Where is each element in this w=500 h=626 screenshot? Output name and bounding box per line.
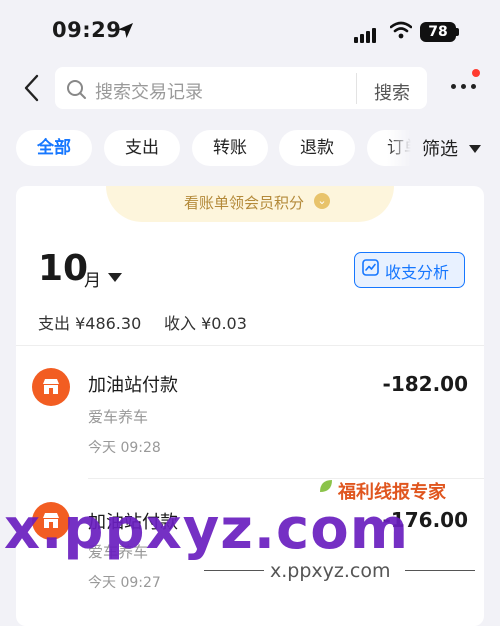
location-arrow-icon (118, 23, 133, 38)
transaction-amount: -182.00 (382, 372, 468, 396)
search-icon (67, 80, 86, 99)
wifi-icon (390, 21, 412, 39)
leaf-icon (320, 480, 332, 492)
status-time: 09:29 (52, 18, 122, 42)
summary-divider (16, 345, 484, 346)
filter-chip-transfer[interactable]: 转账 (192, 130, 268, 166)
notification-dot (472, 69, 480, 77)
back-arrow-icon[interactable] (22, 74, 42, 102)
merchant-store-icon (32, 368, 70, 406)
filter-chip-refund[interactable]: 退款 (279, 130, 355, 166)
expense-total: 支出 ¥486.30 (38, 314, 142, 333)
month-dropdown-icon[interactable] (108, 273, 122, 282)
cellular-signal-icon (354, 24, 378, 43)
search-divider (356, 73, 357, 104)
battery-icon: 78 (420, 22, 456, 42)
watermark-main: x.ppxyz.com (4, 497, 410, 562)
watermark-line (405, 570, 475, 571)
search-placeholder[interactable]: 搜索交易记录 (95, 78, 203, 104)
filter-button[interactable]: 筛选 (422, 135, 458, 161)
transaction-time: 今天 09:28 (88, 440, 161, 456)
transaction-time: 今天 09:27 (88, 575, 161, 591)
chart-icon (362, 259, 379, 276)
filter-chip-expense[interactable]: 支出 (104, 130, 180, 166)
watermark-sub: x.ppxyz.com (270, 560, 391, 582)
more-menu-icon[interactable] (451, 84, 477, 92)
chevron-down-icon[interactable]: ⌄ (314, 193, 330, 209)
filter-chip-all[interactable]: 全部 (16, 130, 92, 166)
month-number[interactable]: 10 (38, 248, 88, 289)
transaction-category: 爱车养车 (88, 408, 149, 426)
search-button[interactable]: 搜索 (374, 79, 410, 105)
battery-tip (456, 28, 459, 36)
filter-caret-icon[interactable] (469, 145, 481, 153)
watermark-line (204, 570, 264, 571)
analysis-button-label[interactable]: 收支分析 (385, 259, 449, 283)
transaction-title[interactable]: 加油站付款 (88, 371, 178, 397)
month-unit[interactable]: 月 (84, 266, 101, 291)
income-total: 收入 ¥0.03 (164, 314, 247, 333)
banner-text[interactable]: 看账单领会员积分 (184, 192, 304, 213)
